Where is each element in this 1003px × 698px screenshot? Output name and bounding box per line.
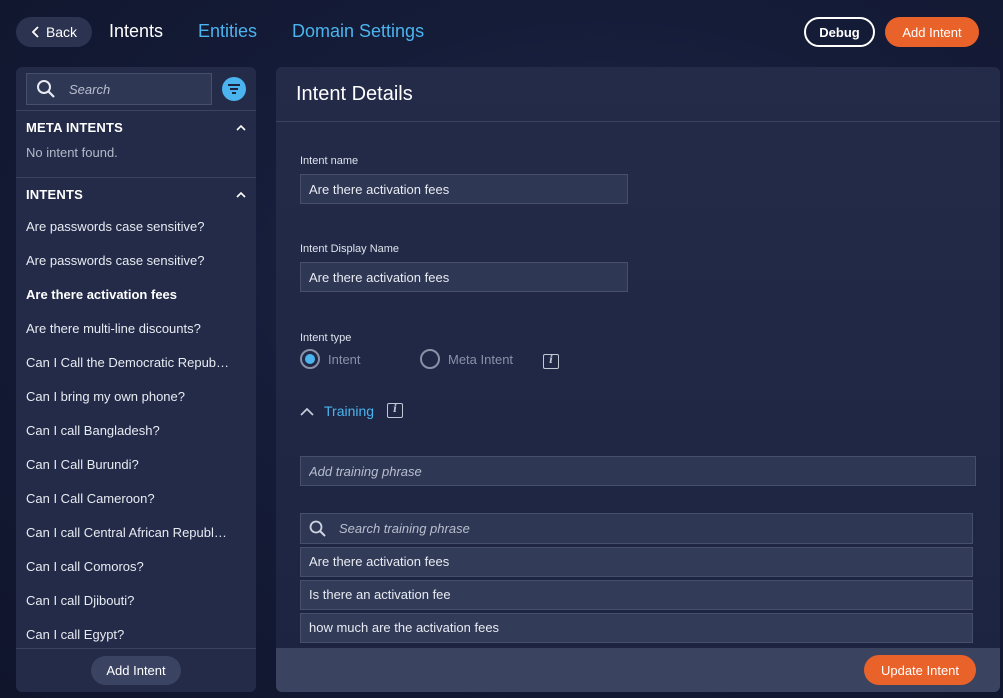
intents-header[interactable]: INTENTS <box>16 178 256 210</box>
intent-type-label: Intent type <box>300 332 352 344</box>
intent-type-radio-intent[interactable]: Intent <box>300 349 361 369</box>
list-item[interactable]: Can I call Djibouti? <box>16 584 256 618</box>
list-item[interactable]: Are there activation fees <box>16 278 256 312</box>
list-item[interactable]: Can I call Central African Republ… <box>16 516 256 550</box>
training-phrase-list: Are there activation fees Is there an act… <box>300 547 973 646</box>
training-label: Training <box>324 403 375 419</box>
meta-intents-empty: No intent found. <box>16 143 256 178</box>
intents-title: INTENTS <box>26 186 84 202</box>
chevron-up-icon <box>236 191 246 198</box>
list-item[interactable]: Can I Call Burundi? <box>16 448 256 482</box>
list-item[interactable]: Are there multi-line discounts? <box>16 312 256 346</box>
page-title: Intent Details <box>276 67 1000 122</box>
list-item[interactable]: Are passwords case sensitive? <box>16 210 256 244</box>
list-item[interactable]: Can I call Comoros? <box>16 550 256 584</box>
tab-domain-settings[interactable]: Domain Settings <box>292 21 424 42</box>
top-bar: Back Intents Entities Domain Settings De… <box>0 0 1003 64</box>
sidebar-search-input[interactable] <box>69 81 199 97</box>
training-phrase-item[interactable]: Is there an activation fee <box>300 580 973 610</box>
intent-sidebar: META INTENTS No intent found. INTENTS Ar… <box>16 67 256 692</box>
training-toggle[interactable]: Training <box>300 403 374 419</box>
add-intent-button[interactable]: Add Intent <box>885 17 979 47</box>
meta-intents-title: META INTENTS <box>26 119 124 135</box>
debug-button[interactable]: Debug <box>804 17 875 47</box>
radio-unchecked-icon <box>420 349 440 369</box>
list-item[interactable]: Can I Call the Democratic Repub… <box>16 346 256 380</box>
sidebar-search-box <box>26 73 212 105</box>
tab-intents[interactable]: Intents <box>109 21 163 42</box>
sidebar-footer: Add Intent <box>16 648 256 692</box>
back-button-label: Back <box>45 24 78 40</box>
list-item[interactable]: Can I bring my own phone? <box>16 380 256 414</box>
search-icon <box>309 520 326 537</box>
search-training-phrase-input[interactable] <box>339 521 939 536</box>
intent-type-option-label: Intent <box>328 351 361 367</box>
intent-name-input[interactable] <box>300 174 628 204</box>
search-icon <box>37 80 55 98</box>
update-intent-button[interactable]: Update Intent <box>864 655 976 685</box>
chevron-up-icon <box>300 407 314 416</box>
chevron-left-icon <box>31 26 39 38</box>
list-item[interactable]: Can I call Bangladesh? <box>16 414 256 448</box>
display-name-input[interactable] <box>300 262 628 292</box>
sidebar-search-row <box>16 67 256 111</box>
intent-type-option-label: Meta Intent <box>448 351 514 367</box>
sidebar-add-intent-button[interactable]: Add Intent <box>91 656 181 685</box>
info-icon[interactable]: i <box>543 354 559 369</box>
training-phrase-item[interactable]: Are there activation fees <box>300 547 973 577</box>
list-item[interactable]: Can I Call Cameroon? <box>16 482 256 516</box>
chevron-up-icon <box>236 124 246 131</box>
radio-checked-icon <box>300 349 320 369</box>
meta-intents-header[interactable]: META INTENTS <box>16 111 256 143</box>
display-name-label: Intent Display Name <box>300 243 400 255</box>
training-phrase-item[interactable]: how much are the activation fees <box>300 613 973 643</box>
details-footer: Update Intent <box>276 648 1000 692</box>
back-button[interactable]: Back <box>16 17 92 47</box>
intent-name-label: Intent name <box>300 155 359 167</box>
add-training-phrase-input[interactable] <box>300 456 976 486</box>
tab-entities[interactable]: Entities <box>198 21 257 42</box>
list-item[interactable]: Can I call Egypt? <box>16 618 256 652</box>
intent-list: Are passwords case sensitive? Are passwor… <box>16 210 256 652</box>
info-icon[interactable]: i <box>387 403 403 418</box>
intent-type-radio-meta[interactable]: Meta Intent <box>420 349 513 369</box>
filter-icon[interactable] <box>222 77 246 101</box>
list-item[interactable]: Are passwords case sensitive? <box>16 244 256 278</box>
search-training-phrase-box <box>300 513 973 544</box>
intent-details-panel: Intent Details Intent name Intent Displa… <box>276 67 1000 692</box>
